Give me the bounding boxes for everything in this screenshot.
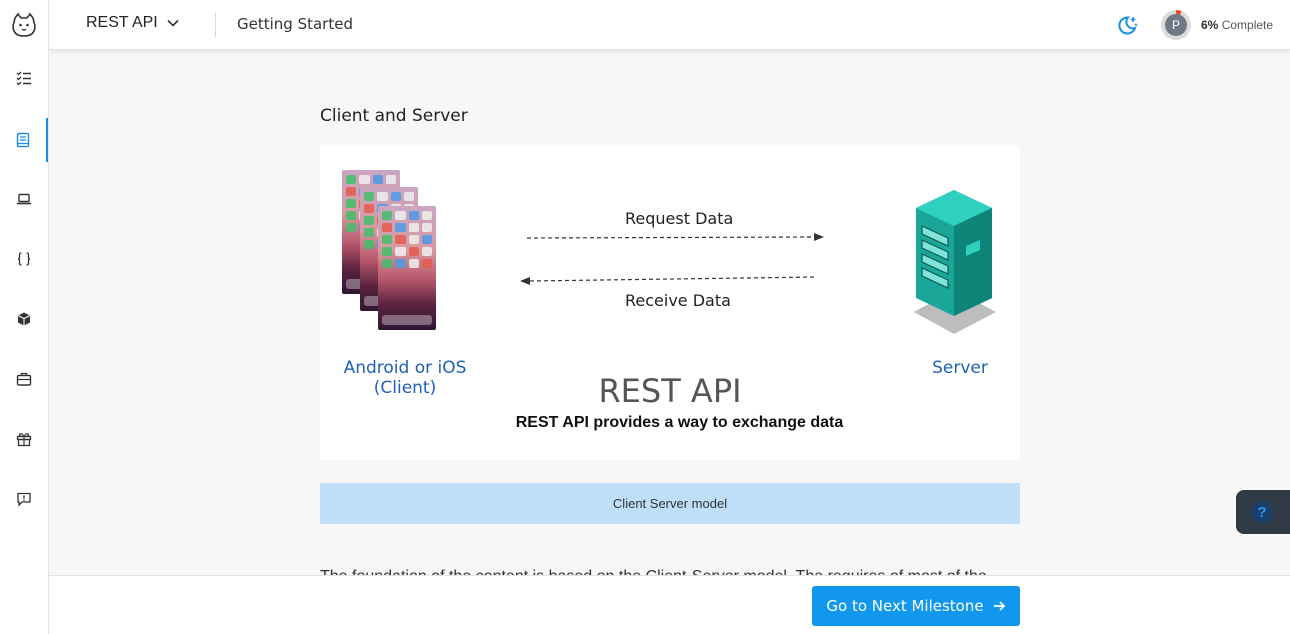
- progress-ring: P: [1161, 10, 1191, 40]
- laptop-icon: [17, 193, 31, 205]
- feedback-icon: [17, 492, 31, 507]
- sidebar-item-lessons[interactable]: [0, 118, 48, 162]
- logo-icon[interactable]: [11, 12, 37, 38]
- top-bar: REST API Getting Started P 6% Complete: [49, 0, 1290, 50]
- figure-title: REST API: [598, 372, 742, 410]
- header-divider: [215, 13, 216, 37]
- next-milestone-button[interactable]: Go to Next Milestone: [812, 586, 1020, 626]
- help-icon: ?: [1251, 501, 1273, 523]
- section-title: Client and Server: [320, 106, 468, 126]
- bottom-bar: Go to Next Milestone: [49, 575, 1290, 634]
- progress-percent: 6%: [1201, 18, 1219, 32]
- dark-mode-toggle-icon[interactable]: [1115, 13, 1139, 37]
- sidebar-item-feedback[interactable]: [0, 477, 48, 521]
- book-icon: [16, 132, 30, 148]
- arrow-right-icon: [993, 601, 1005, 611]
- sidebar-item-modules[interactable]: [0, 297, 48, 341]
- phones-illustration: [342, 170, 438, 332]
- progress-indicator[interactable]: P 6% Complete: [1161, 10, 1273, 40]
- gift-icon: [16, 433, 32, 447]
- code-braces-icon: [17, 252, 31, 266]
- breadcrumb: Getting Started: [237, 15, 353, 33]
- briefcase-icon: [16, 372, 32, 386]
- help-button[interactable]: ?: [1236, 490, 1290, 534]
- chevron-down-icon: [167, 19, 179, 27]
- sidebar-item-jobs[interactable]: [0, 357, 48, 401]
- sidebar-item-projects[interactable]: [0, 177, 48, 221]
- figure-caption: Client Server model: [320, 483, 1020, 524]
- course-title: REST API: [86, 14, 158, 31]
- avatar: P: [1165, 14, 1187, 36]
- server-illustration: [914, 190, 996, 334]
- course-selector[interactable]: REST API: [86, 14, 180, 32]
- cube-icon: [17, 312, 31, 326]
- client-server-figure: Request Data Receive Data Android or iOS…: [320, 146, 1020, 460]
- sidebar-item-checklist[interactable]: [0, 56, 48, 100]
- data-exchange-arrows: [520, 233, 824, 285]
- next-milestone-label: Go to Next Milestone: [826, 597, 984, 615]
- sidebar: [0, 0, 49, 634]
- sidebar-item-rewards[interactable]: [0, 417, 48, 461]
- progress-text: 6% Complete: [1201, 18, 1273, 32]
- progress-label: Complete: [1221, 18, 1274, 32]
- phone-image: [378, 206, 436, 330]
- sidebar-item-code[interactable]: [0, 237, 48, 281]
- figure-subtitle: REST API provides a way to exchange data: [515, 414, 844, 431]
- receive-data-label: Receive Data: [625, 291, 731, 310]
- checklist-icon: [16, 71, 31, 86]
- receive-arrow: [529, 276, 817, 282]
- request-arrow: [526, 236, 815, 239]
